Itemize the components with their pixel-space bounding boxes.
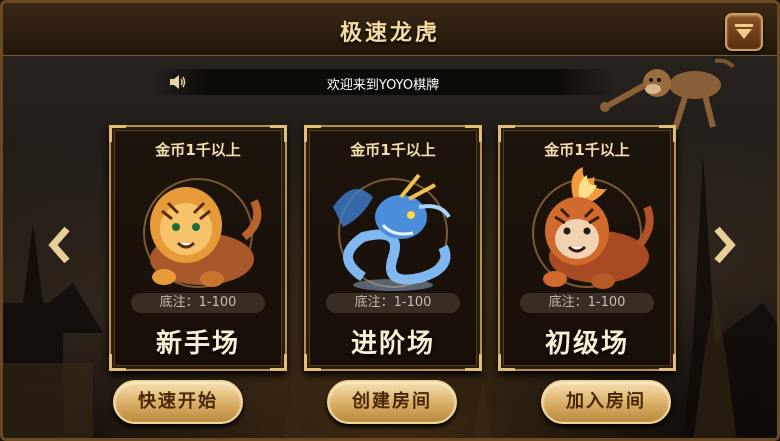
join-room-button[interactable]: 加入房间 xyxy=(541,380,671,424)
quick-start-button[interactable]: 快速开始 xyxy=(113,380,243,424)
room-base-bet: 底注：1-100 xyxy=(520,293,654,313)
room-name: 初级场 xyxy=(544,329,629,359)
room-card-advanced[interactable]: 金币1千以上 底注：1-100 进阶场 xyxy=(304,125,482,371)
monkey-decoration xyxy=(600,58,735,130)
room-coin-threshold: 金币1千以上 xyxy=(544,141,630,159)
announcement-text: 欢迎来到YOYO棋牌 xyxy=(326,78,440,93)
flaming-tiger-illustration xyxy=(532,167,654,289)
room-coin-threshold: 金币1千以上 xyxy=(155,141,241,159)
room-base-bet: 底注：1-100 xyxy=(326,293,460,313)
chevron-right-icon[interactable] xyxy=(709,225,739,265)
title-bar: 极速龙虎 xyxy=(3,3,777,56)
room-card-beginner[interactable]: 金币1千以上 底注：1-100 新手场 xyxy=(109,125,287,371)
chevron-left-icon[interactable] xyxy=(45,225,75,265)
blue-dragon-illustration xyxy=(333,173,451,291)
golden-tiger-illustration xyxy=(143,178,262,288)
room-base-bet: 底注：1-100 xyxy=(131,293,265,313)
game-lobby: 极速龙虎 欢迎来到YOYO棋牌 金币1千以上 底注：1-100 新手场 金币1千… xyxy=(0,0,780,441)
create-room-button[interactable]: 创建房间 xyxy=(327,380,457,424)
dropdown-triangle-icon xyxy=(735,24,753,39)
announcement-bar: 欢迎来到YOYO棋牌 xyxy=(153,69,613,95)
room-card-junior[interactable]: 金币1千以上 底注：1-100 初级场 xyxy=(498,125,676,371)
menu-dropdown-button[interactable] xyxy=(725,13,763,51)
room-name: 新手场 xyxy=(155,329,240,359)
room-coin-threshold: 金币1千以上 xyxy=(350,141,436,159)
room-name: 进阶场 xyxy=(350,329,435,359)
page-title: 极速龙虎 xyxy=(339,21,440,46)
